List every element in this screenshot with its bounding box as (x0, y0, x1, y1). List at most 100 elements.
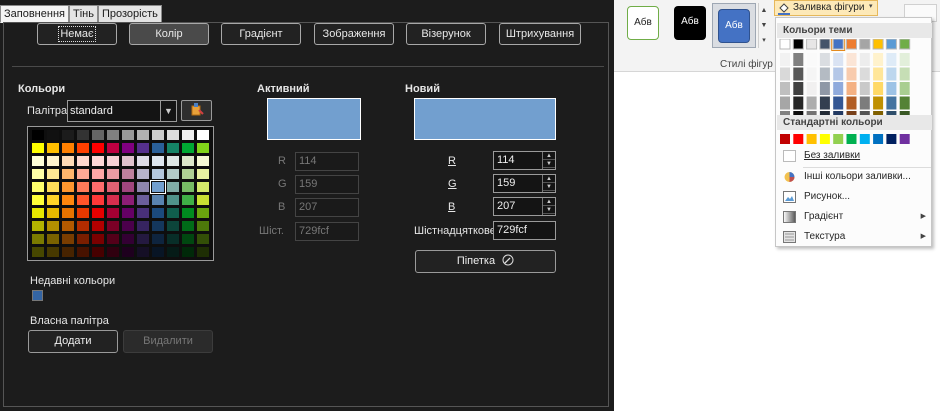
new-b-field[interactable]: 207 ▲ ▼ (493, 197, 556, 216)
recent-color-swatch[interactable] (32, 290, 43, 301)
palette-swatch[interactable] (167, 208, 179, 218)
palette-swatch[interactable] (122, 208, 134, 218)
palette-swatch[interactable] (62, 247, 74, 257)
standard-color-swatch[interactable] (886, 134, 897, 144)
palette-swatch[interactable] (137, 234, 149, 244)
theme-color-swatch[interactable] (792, 39, 804, 50)
theme-color-variant[interactable] (833, 82, 844, 95)
palette-swatch[interactable] (122, 182, 134, 192)
palette-swatch[interactable] (122, 169, 134, 179)
palette-swatch[interactable] (152, 143, 164, 153)
standard-color-swatch[interactable] (873, 134, 884, 144)
palette-swatch[interactable] (107, 169, 119, 179)
palette-swatch[interactable] (167, 247, 179, 257)
theme-color-variant[interactable] (819, 67, 830, 81)
palette-swatch[interactable] (92, 156, 104, 166)
theme-color-variant[interactable] (859, 96, 870, 110)
theme-color-variant[interactable] (846, 67, 857, 81)
standard-color-swatch[interactable] (819, 134, 830, 144)
fill-image-button[interactable]: Зображення (314, 23, 394, 45)
palette-swatch[interactable] (167, 182, 179, 192)
spin-up-icon[interactable]: ▲ (543, 152, 555, 160)
new-g-field[interactable]: 159 ▲ ▼ (493, 174, 556, 193)
theme-color-variant[interactable] (899, 53, 910, 66)
r-spinner[interactable]: ▲ ▼ (542, 152, 555, 169)
palette-swatch[interactable] (122, 234, 134, 244)
palette-swatch[interactable] (167, 130, 179, 140)
palette-swatch[interactable] (92, 208, 104, 218)
theme-color-swatch[interactable] (832, 39, 844, 50)
fill-hatch-button[interactable]: Штрихування (499, 23, 581, 45)
theme-color-variant[interactable] (806, 96, 817, 110)
palette-swatch[interactable] (47, 156, 59, 166)
theme-color-swatch[interactable] (885, 39, 897, 50)
theme-color-variant[interactable] (886, 82, 897, 95)
theme-color-variant[interactable] (780, 82, 790, 95)
palette-swatch[interactable] (137, 221, 149, 231)
theme-color-swatch[interactable] (806, 39, 818, 50)
palette-swatch[interactable] (77, 234, 89, 244)
palette-swatch[interactable] (47, 247, 59, 257)
theme-color-variant[interactable] (780, 53, 790, 66)
theme-color-variant[interactable] (793, 82, 804, 95)
tab-fill[interactable]: Заповнення (0, 5, 69, 23)
palette-swatch[interactable] (107, 130, 119, 140)
b-spinner[interactable]: ▲ ▼ (542, 198, 555, 215)
g-spinner[interactable]: ▲ ▼ (542, 175, 555, 192)
theme-color-variant[interactable] (873, 82, 884, 95)
palette-swatch[interactable] (92, 182, 104, 192)
theme-color-variant[interactable] (859, 82, 870, 95)
palette-swatch[interactable] (152, 247, 164, 257)
palette-swatch[interactable] (32, 156, 44, 166)
palette-swatch[interactable] (167, 234, 179, 244)
palette-swatch[interactable] (152, 130, 164, 140)
standard-color-swatch[interactable] (859, 134, 870, 144)
palette-swatch[interactable] (137, 130, 149, 140)
palette-swatch[interactable] (137, 143, 149, 153)
palette-swatch[interactable] (152, 234, 164, 244)
spin-down-icon[interactable]: ▼ (543, 206, 555, 214)
no-fill-item[interactable]: Без заливки (777, 146, 932, 166)
add-color-button[interactable]: Додати (28, 330, 118, 353)
palette-swatch[interactable] (167, 169, 179, 179)
palette-swatch[interactable] (182, 234, 194, 244)
theme-color-variant[interactable] (873, 96, 884, 110)
palette-swatch[interactable] (197, 130, 209, 140)
palette-swatch[interactable] (107, 182, 119, 192)
theme-color-variant[interactable] (846, 53, 857, 66)
theme-color-variant[interactable] (886, 96, 897, 110)
palette-swatch[interactable] (32, 169, 44, 179)
shape-fill-button[interactable]: Заливка фігури ▾ (774, 0, 878, 16)
palette-swatch[interactable] (32, 208, 44, 218)
palette-swatch[interactable] (92, 143, 104, 153)
palette-swatch[interactable] (77, 221, 89, 231)
shape-style-outline[interactable]: Абв (627, 6, 659, 40)
palette-swatch[interactable] (32, 195, 44, 205)
scroll-up-icon[interactable]: ▲ (759, 3, 769, 18)
spin-down-icon[interactable]: ▼ (543, 183, 555, 191)
standard-color-swatch[interactable] (899, 134, 910, 144)
palette-swatch[interactable] (197, 143, 209, 153)
more-fill-colors-item[interactable]: Інші кольори заливки... (777, 167, 932, 187)
palette-swatch[interactable] (62, 221, 74, 231)
theme-color-variant[interactable] (793, 67, 804, 81)
new-hex-field[interactable]: 729fcf (493, 221, 556, 240)
palette-swatch[interactable] (122, 156, 134, 166)
fill-gradient-button[interactable]: Градієнт (221, 23, 301, 45)
palette-swatch[interactable] (62, 182, 74, 192)
theme-color-variant[interactable] (886, 53, 897, 66)
theme-color-variant[interactable] (806, 82, 817, 95)
palette-swatch[interactable] (182, 221, 194, 231)
palette-swatch[interactable] (62, 130, 74, 140)
spin-down-icon[interactable]: ▼ (543, 160, 555, 168)
palette-swatch[interactable] (77, 130, 89, 140)
palette-swatch[interactable] (107, 247, 119, 257)
palette-swatch[interactable] (182, 247, 194, 257)
palette-swatch[interactable] (167, 156, 179, 166)
palette-swatch[interactable] (92, 221, 104, 231)
standard-color-swatch[interactable] (806, 134, 817, 144)
palette-swatch[interactable] (32, 143, 44, 153)
palette-swatch[interactable] (47, 143, 59, 153)
palette-swatch[interactable] (167, 221, 179, 231)
theme-color-variant[interactable] (886, 67, 897, 81)
